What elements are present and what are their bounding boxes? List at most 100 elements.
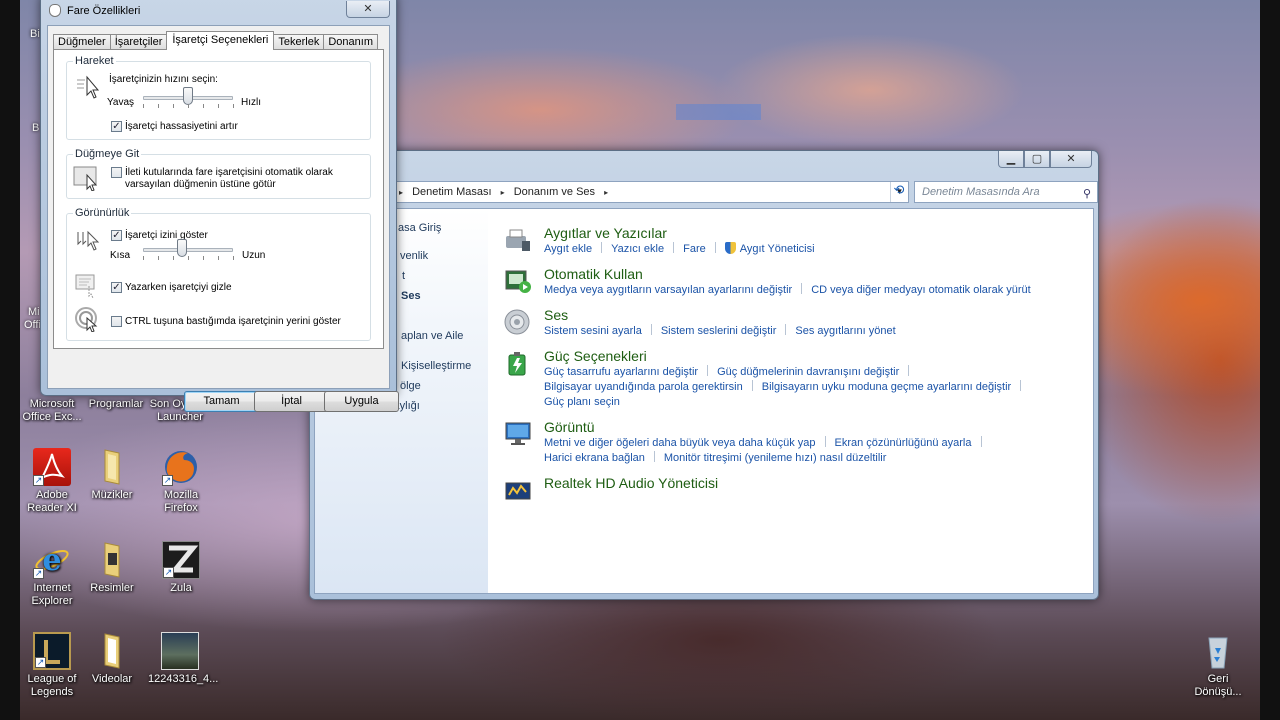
desktop-partial-label: Mi bbox=[28, 306, 40, 318]
minimize-button[interactable]: ▁ bbox=[998, 151, 1024, 168]
category-title[interactable]: Güç Seçenekleri bbox=[544, 348, 1083, 365]
search-input[interactable]: Denetim Masasında Ara ⚲ bbox=[914, 181, 1098, 203]
apply-button[interactable]: Uygula bbox=[324, 391, 399, 412]
close-button[interactable]: ✕ bbox=[346, 1, 390, 18]
hide-while-typing-label: Yazarken işaretçiyi gizle bbox=[125, 282, 232, 293]
refresh-icon[interactable]: ⟲ bbox=[889, 181, 909, 201]
speaker-icon bbox=[504, 309, 530, 335]
desktop-icon-firefox[interactable]: ↗ Mozilla Firefox bbox=[149, 448, 213, 515]
link[interactable]: Medya veya aygıtların varsayılan ayarlar… bbox=[544, 283, 792, 298]
desktop-icon-videos[interactable]: Videolar bbox=[80, 632, 144, 686]
pointer-trail-length-slider-thumb[interactable] bbox=[176, 239, 187, 257]
dialog-title: Fare Özellikleri bbox=[67, 5, 141, 17]
link[interactable]: Güç planı seçin bbox=[544, 395, 620, 410]
breadcrumb-control-panel[interactable]: Denetim Masası bbox=[412, 186, 491, 198]
link[interactable]: Sistem sesini ayarla bbox=[544, 324, 642, 339]
nav-item[interactable]: asa Giriş bbox=[398, 222, 441, 234]
desktop-icon-excel[interactable]: Microsoft Office Exc... bbox=[20, 398, 84, 424]
icon-label: Legends bbox=[30, 686, 74, 698]
category-title[interactable]: Aygıtlar ve Yazıcılar bbox=[544, 225, 1083, 242]
icon-label: League of bbox=[27, 673, 77, 685]
nav-item[interactable]: t bbox=[402, 270, 405, 282]
snap-to-checkbox[interactable] bbox=[111, 167, 122, 178]
precision-label: İşaretçi hassasiyetini artır bbox=[125, 121, 238, 132]
icon-label: Programlar bbox=[88, 398, 144, 410]
tab-pointer-options[interactable]: İşaretçi Seçenekleri bbox=[166, 31, 275, 50]
group-snap-to: Düğmeye Git İleti kutularında fare işare… bbox=[66, 148, 371, 199]
nav-item[interactable]: Kişiselleştirme bbox=[401, 360, 471, 372]
dialog-titlebar[interactable]: Fare Özellikleri ✕ bbox=[41, 0, 396, 21]
category-title[interactable]: Otomatik Kullan bbox=[544, 266, 1083, 283]
maximize-button[interactable]: ▢ bbox=[1024, 151, 1050, 168]
snap-to-icon bbox=[73, 166, 98, 191]
pointer-speed-slider-thumb[interactable] bbox=[183, 87, 193, 105]
desktop-icon-league-of-legends[interactable]: ↗ League of Legends bbox=[20, 632, 84, 699]
address-bar[interactable]: ▸ Denetim Masası ▸ Donanım ve Ses ▸ ▼ bbox=[316, 181, 909, 203]
tab-hardware[interactable]: Donanım bbox=[323, 34, 378, 50]
link[interactable]: Monitör titreşimi (yenileme hızı) nasıl … bbox=[664, 451, 887, 466]
link-add-printer[interactable]: Yazıcı ekle bbox=[611, 242, 664, 257]
dialog-body: Düğmeler İşaretçiler İşaretçi Seçenekler… bbox=[47, 25, 399, 412]
tab-pointers[interactable]: İşaretçiler bbox=[109, 34, 168, 50]
printer-icon bbox=[506, 229, 530, 251]
desktop-icon-pictures[interactable]: Resimler bbox=[80, 541, 144, 595]
precision-checkbox[interactable]: ✓ bbox=[111, 121, 122, 132]
desktop-icon-photo[interactable]: 12243316_4... bbox=[148, 632, 218, 686]
desktop-icon-music[interactable]: Müzikler bbox=[80, 448, 144, 502]
shield-icon bbox=[724, 242, 736, 254]
link[interactable]: Harici ekrana bağlan bbox=[544, 451, 645, 466]
hide-while-typing-checkbox[interactable]: ✓ bbox=[111, 282, 122, 293]
category-title[interactable]: Ses bbox=[544, 307, 1083, 324]
icon-label: Office Exc... bbox=[22, 411, 82, 423]
nav-item[interactable]: ölge bbox=[400, 380, 421, 392]
link-mouse[interactable]: Fare bbox=[683, 242, 706, 257]
ok-button[interactable]: Tamam bbox=[184, 391, 259, 412]
link-add-device[interactable]: Aygıt ekle bbox=[544, 242, 592, 257]
icon-label: Mozilla bbox=[163, 489, 199, 501]
icon-label: Explorer bbox=[31, 595, 73, 607]
link-device-manager[interactable]: Aygıt Yöneticisi bbox=[740, 242, 815, 257]
category-links: Medya veya aygıtların varsayılan ayarlar… bbox=[544, 283, 1083, 298]
pointer-trail-length-slider[interactable] bbox=[143, 248, 233, 252]
tab-buttons[interactable]: Düğmeler bbox=[53, 34, 111, 50]
tab-wheel[interactable]: Tekerlek bbox=[273, 34, 325, 50]
desktop-icon-zula[interactable]: ↗ Zula bbox=[149, 541, 213, 595]
hide-while-typing-icon bbox=[75, 274, 95, 298]
nav-item[interactable]: venlik bbox=[400, 250, 428, 262]
search-placeholder: Denetim Masasında Ara bbox=[922, 186, 1040, 198]
monitor-icon bbox=[505, 422, 531, 445]
close-button[interactable]: ✕ bbox=[1050, 151, 1092, 168]
category-display: Görüntü Metni ve diğer öğeleri daha büyü… bbox=[504, 419, 1083, 466]
pointer-trails-checkbox[interactable]: ✓ bbox=[111, 230, 122, 241]
desktop-icon-recycle-bin[interactable]: Geri Dönüşü... bbox=[1186, 632, 1250, 699]
slider-ticks bbox=[143, 256, 234, 261]
category-list: Aygıtlar ve Yazıcılar Aygıt ekle Yazıcı e… bbox=[504, 225, 1083, 501]
nav-item[interactable]: aplan ve Aile bbox=[401, 330, 463, 342]
desktop-icon-adobe-reader[interactable]: ↗ Adobe Reader XI bbox=[20, 448, 84, 515]
desktop-icon-internet-explorer[interactable]: e ↗ Internet Explorer bbox=[20, 541, 84, 608]
link[interactable]: Sistem seslerini değiştir bbox=[661, 324, 777, 339]
link[interactable]: Bilgisayar uyandığında parola gerektirsi… bbox=[544, 380, 743, 395]
link[interactable]: Güç düğmelerinin davranışını değiştir bbox=[717, 365, 899, 380]
link[interactable]: Ekran çözünürlüğünü ayarla bbox=[835, 436, 972, 451]
link[interactable]: Ses aygıtlarını yönet bbox=[795, 324, 895, 339]
cancel-button[interactable]: İptal bbox=[254, 391, 329, 412]
show-location-checkbox[interactable] bbox=[111, 316, 122, 327]
category-links: Metni ve diğer öğeleri daha büyük veya d… bbox=[544, 436, 1083, 466]
link[interactable]: CD veya diğer medyayı otomatik olarak yü… bbox=[811, 283, 1030, 298]
category-title[interactable]: Realtek HD Audio Yöneticisi bbox=[544, 475, 1083, 492]
search-icon[interactable]: ⚲ bbox=[1083, 184, 1091, 204]
desktop-icon-programs[interactable]: Programlar bbox=[84, 398, 148, 411]
folder-icon bbox=[93, 632, 131, 670]
icon-label: Microsoft bbox=[29, 398, 75, 410]
adobe-reader-icon: ↗ bbox=[33, 448, 71, 486]
icon-label: Reader XI bbox=[27, 502, 77, 514]
show-location-icon bbox=[75, 307, 98, 332]
link[interactable]: Bilgisayarın uyku moduna geçme ayarların… bbox=[762, 380, 1011, 395]
category-links: Güç tasarrufu ayarlarını değiştir Güç düğ… bbox=[544, 365, 1083, 410]
link[interactable]: Güç tasarrufu ayarlarını değiştir bbox=[544, 365, 698, 380]
control-panel-titlebar[interactable]: ▁ ▢ ✕ bbox=[310, 151, 1098, 173]
breadcrumb-hardware-sound[interactable]: Donanım ve Ses bbox=[514, 186, 595, 198]
link[interactable]: Metni ve diğer öğeleri daha büyük veya d… bbox=[544, 436, 816, 451]
category-title[interactable]: Görüntü bbox=[544, 419, 1083, 436]
